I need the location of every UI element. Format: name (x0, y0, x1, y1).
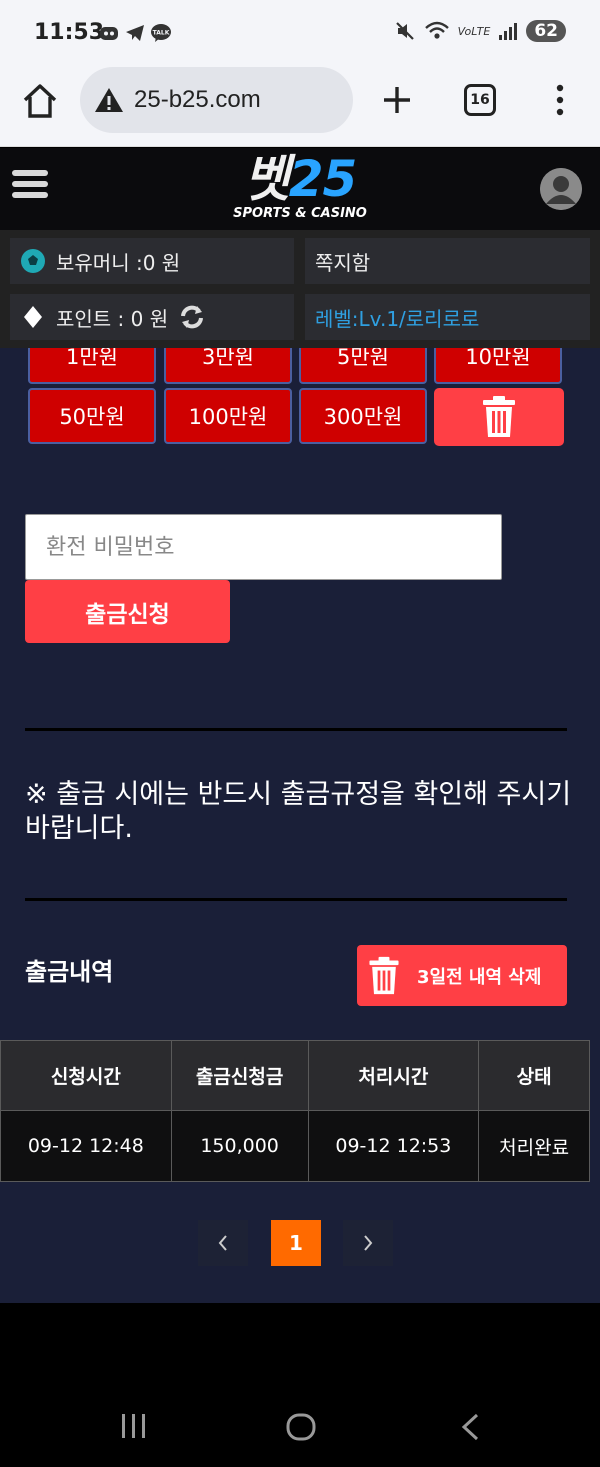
address-bar[interactable]: 25-b25.com (80, 67, 353, 133)
amount-button-3000000[interactable]: 300만원 (299, 388, 427, 444)
points-cell: 포인트 : 0 원 (10, 294, 294, 340)
refresh-icon[interactable] (178, 303, 206, 331)
table-row: 09-12 12:48 150,000 09-12 12:53 처리완료 (0, 1110, 590, 1182)
system-navigation-bar (0, 1303, 600, 1467)
site-header: 벳25 SPORTS & CASINO (0, 148, 600, 230)
warning-icon[interactable] (94, 87, 124, 113)
hamburger-menu-icon[interactable] (12, 170, 48, 204)
logo-number: 25 (288, 150, 358, 208)
more-options-icon[interactable] (552, 83, 568, 117)
withdrawal-notice: ※ 출금 시에는 반드시 출금규정을 확인해 주시기 바랍니다. (25, 779, 572, 844)
trash-icon (483, 396, 515, 437)
delete-old-history-button[interactable]: 3일전 내역 삭제 (357, 945, 567, 1006)
status-time: 11:53 (34, 20, 105, 45)
wifi-icon (424, 21, 449, 39)
tab-switcher-button[interactable]: 16 (464, 84, 496, 116)
discord-icon (100, 27, 118, 40)
divider (25, 898, 567, 901)
cell-status: 처리완료 (478, 1110, 590, 1182)
withdraw-request-button[interactable]: 출금신청 (25, 580, 230, 643)
kakaotalk-icon: TALK (151, 24, 171, 42)
recent-apps-icon[interactable] (120, 1413, 148, 1439)
user-level: 레벨:Lv.1/로리로로 (315, 306, 480, 331)
cell-request-time: 09-12 12:48 (0, 1110, 172, 1182)
header-process-time: 처리시간 (307, 1040, 480, 1111)
diamond-icon (24, 306, 42, 328)
cell-process-time: 09-12 12:53 (307, 1110, 480, 1182)
user-avatar-icon[interactable] (540, 168, 582, 210)
amount-button-30000[interactable]: 3만원 (164, 348, 292, 384)
divider (25, 728, 567, 731)
svg-text:TALK: TALK (153, 30, 170, 37)
amount-button-10000[interactable]: 1만원 (28, 348, 156, 384)
logo-subtitle: SPORTS & CASINO (233, 206, 367, 221)
home-icon[interactable] (20, 81, 60, 121)
amount-button-100000[interactable]: 10만원 (434, 348, 562, 384)
exchange-password-input[interactable] (25, 514, 502, 580)
points-balance: 포인트 : 0 원 (56, 306, 169, 331)
message-box-link[interactable]: 쪽지함 (305, 238, 590, 284)
level-cell: 레벨:Lv.1/로리로로 (305, 294, 590, 340)
home-nav-icon[interactable] (286, 1413, 316, 1441)
logo-korean: 벳 (243, 150, 290, 208)
clear-amount-button[interactable] (434, 388, 564, 446)
battery-level: 62 (526, 20, 566, 42)
history-title: 출금내역 (25, 958, 114, 986)
withdrawal-content: 1만원 3만원 5만원 10만원 50만원 100만원 300만원 출금신청 ※… (0, 348, 600, 1303)
money-cell: 보유머니 :0 원 (10, 238, 294, 284)
amount-button-1000000[interactable]: 100만원 (164, 388, 292, 444)
back-icon[interactable] (460, 1413, 480, 1441)
account-info-bar: 보유머니 :0 원 쪽지함 포인트 : 0 원 레벨:Lv.1/로리로로 (0, 230, 600, 348)
header-request-time: 신청시간 (0, 1040, 172, 1111)
header-request-amount: 출금신청금 (170, 1040, 309, 1111)
soccer-ball-icon (21, 249, 45, 273)
amount-button-500000[interactable]: 50만원 (28, 388, 156, 444)
cell-request-amount: 150,000 (170, 1110, 309, 1182)
page-number-current[interactable]: 1 (271, 1220, 321, 1266)
trash-icon (369, 956, 399, 994)
money-balance: 보유머니 :0 원 (56, 250, 181, 275)
telegram-icon (126, 25, 144, 41)
status-bar: 11:53 TALK VoLTE 62 (0, 0, 600, 65)
header-status: 상태 (478, 1040, 590, 1111)
chevron-left-icon (218, 1235, 227, 1251)
url-text: 25-b25.com (134, 86, 261, 113)
prev-page-button[interactable] (198, 1220, 248, 1266)
withdrawal-history-table: 신청시간 출금신청금 처리시간 상태 09-12 12:48 150,000 0… (0, 1040, 590, 1182)
chevron-right-icon (364, 1235, 373, 1251)
delete-old-history-label: 3일전 내역 삭제 (417, 966, 542, 988)
site-logo[interactable]: 벳25 SPORTS & CASINO (230, 150, 370, 230)
next-page-button[interactable] (343, 1220, 393, 1266)
volte-indicator: VoLTE (457, 24, 491, 38)
browser-toolbar: 25-b25.com 16 (0, 65, 600, 147)
amount-button-50000[interactable]: 5만원 (299, 348, 427, 384)
message-box-label: 쪽지함 (315, 250, 371, 275)
new-tab-icon[interactable] (380, 83, 414, 117)
mute-icon (395, 22, 414, 40)
signal-icon (499, 23, 518, 40)
